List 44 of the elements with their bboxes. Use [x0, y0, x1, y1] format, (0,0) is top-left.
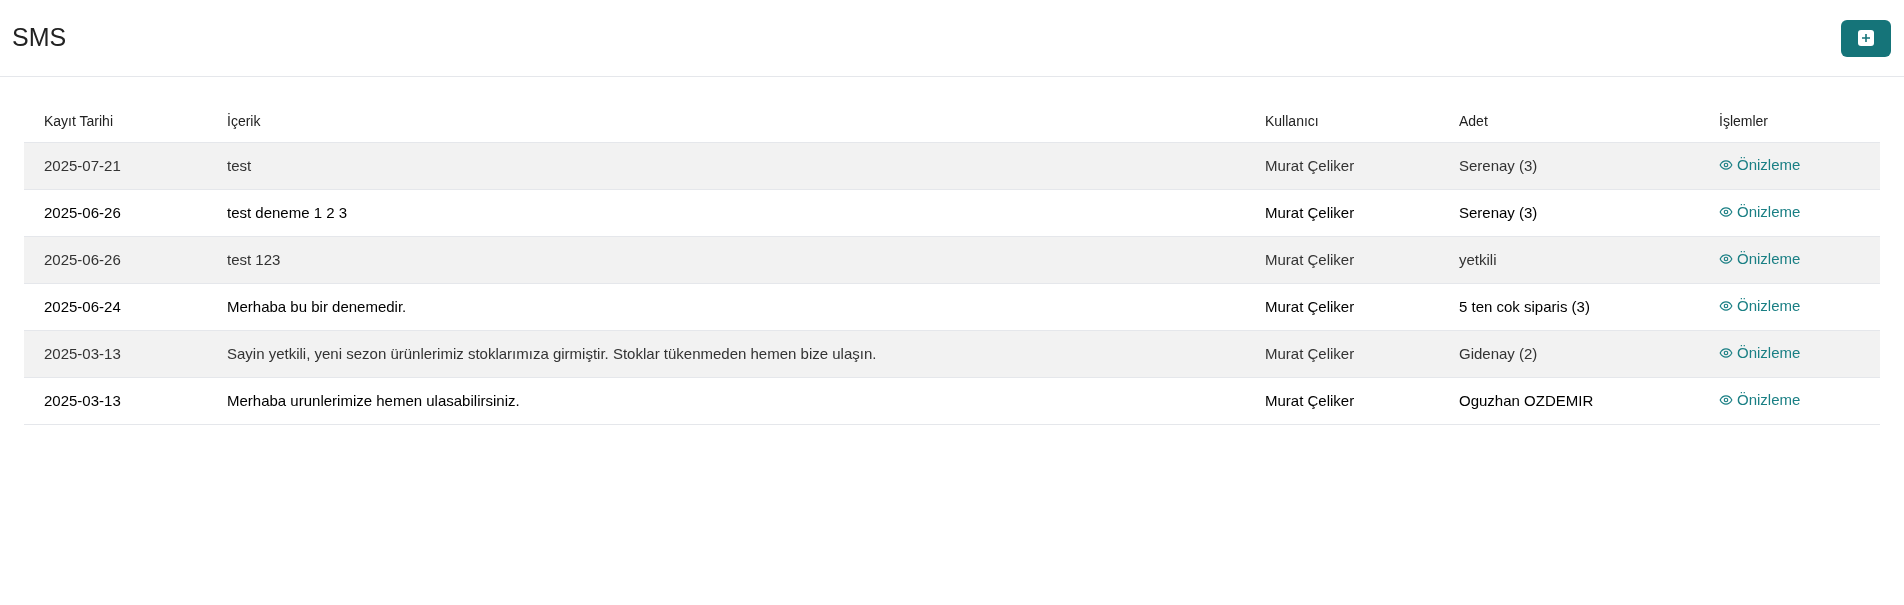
preview-link[interactable]: Önizleme — [1719, 200, 1801, 224]
table-cell: test — [227, 156, 252, 174]
table-cell: Murat Çeliker — [1265, 344, 1355, 362]
table-cell: Oguzhan OZDEMIR — [1459, 391, 1594, 409]
column-header: Kayıt Tarihi — [44, 113, 113, 129]
table-cell: Sayin yetkili, yeni sezon ürünlerimiz stoklarımıza girmiştir. Stoklar tükenmeden hemen bize ulaşın. — [227, 344, 877, 362]
eye-icon — [1719, 204, 1733, 219]
table-cell: test deneme 1 2 3 — [227, 203, 348, 221]
column-header: Kullanıcı — [1265, 113, 1319, 129]
table-cell: 2025-07-21 — [44, 156, 121, 174]
column-header: İçerik — [227, 113, 261, 129]
preview-link[interactable]: Önizleme — [1719, 388, 1801, 412]
preview-link[interactable]: Önizleme — [1719, 294, 1801, 318]
eye-icon — [1719, 251, 1733, 266]
table-cell: 2025-03-13 — [44, 344, 121, 362]
table-cell: Murat Çeliker — [1265, 250, 1355, 268]
eye-icon — [1719, 392, 1733, 407]
table-cell: 2025-03-13 — [44, 391, 121, 409]
table-cell: Gidenay (2) — [1459, 344, 1538, 362]
page-title: SMS — [12, 22, 67, 54]
preview-link[interactable]: Önizleme — [1719, 341, 1801, 365]
table-cell: Serenay (3) — [1459, 203, 1538, 221]
table-cell: Murat Çeliker — [1265, 391, 1355, 409]
preview-link[interactable]: Önizleme — [1719, 153, 1801, 177]
table-cell: Murat Çeliker — [1265, 203, 1355, 221]
table-cell: 2025-06-24 — [44, 297, 121, 315]
table-cell: yetkili — [1459, 250, 1497, 268]
table-cell: Murat Çeliker — [1265, 156, 1355, 174]
table-cell: Merhaba bu bir denemedir. — [227, 297, 407, 315]
table-cell: Serenay (3) — [1459, 156, 1538, 174]
table-cell: 2025-06-26 — [44, 250, 121, 268]
eye-icon — [1719, 298, 1733, 313]
table-cell: 2025-06-26 — [44, 203, 121, 221]
plus-icon — [1858, 30, 1874, 46]
eye-icon — [1719, 345, 1733, 360]
table-cell: 5 ten cok siparis (3) — [1459, 297, 1590, 315]
table-cell: Merhaba urunlerimize hemen ulasabilirsiniz. — [227, 391, 520, 409]
eye-icon — [1719, 157, 1733, 172]
column-header: Adet — [1459, 113, 1488, 129]
preview-link[interactable]: Önizleme — [1719, 247, 1801, 271]
table-cell: Murat Çeliker — [1265, 297, 1355, 315]
add-button[interactable] — [1841, 19, 1891, 57]
table-cell: test 123 — [227, 250, 281, 268]
column-header: İşlemler — [1719, 113, 1768, 129]
